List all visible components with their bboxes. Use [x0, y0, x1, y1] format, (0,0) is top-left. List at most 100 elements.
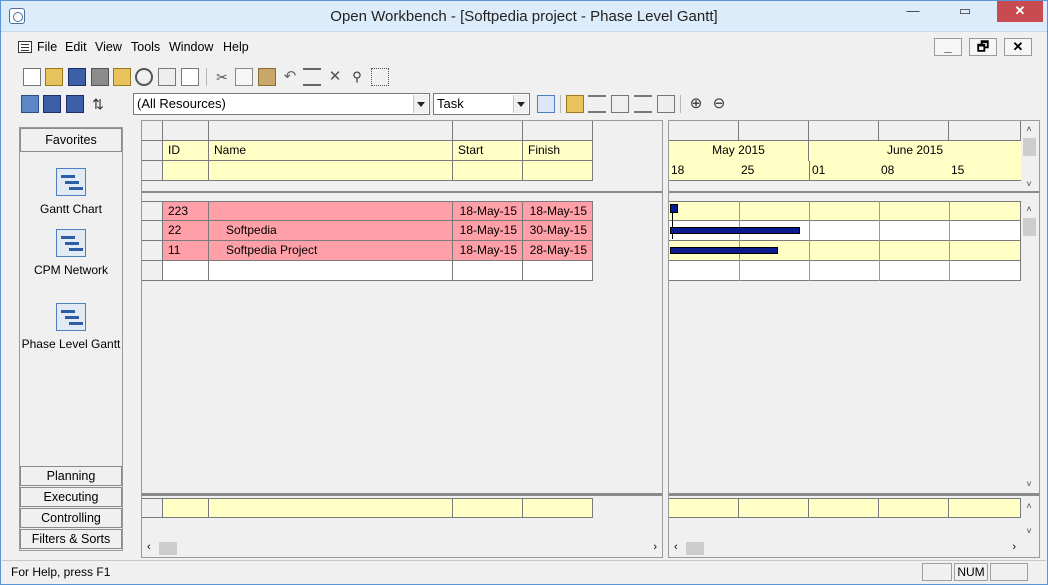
- task-start-cell[interactable]: 18-May-15: [453, 241, 523, 261]
- close-button[interactable]: ✕: [997, 1, 1043, 22]
- scroll-thumb[interactable]: [1023, 138, 1036, 156]
- document-menu-icon[interactable]: [18, 41, 32, 53]
- task-start-cell[interactable]: 18-May-15: [453, 221, 523, 241]
- scroll-left-icon[interactable]: ‹: [674, 541, 678, 553]
- column-header-start[interactable]: Start: [453, 141, 523, 161]
- task-finish-cell[interactable]: 18-May-15: [523, 201, 593, 221]
- empty-cell[interactable]: [163, 261, 209, 281]
- chevron-down-icon[interactable]: [513, 95, 528, 113]
- refresh-icon[interactable]: [537, 95, 555, 113]
- calendar-icon[interactable]: [43, 95, 61, 113]
- table-horizontal-scrollbar[interactable]: ‹ ›: [142, 540, 662, 557]
- new-icon[interactable]: [23, 68, 41, 86]
- scroll-thumb[interactable]: [159, 542, 177, 555]
- mdi-minimize-button[interactable]: _: [934, 38, 962, 56]
- indent-icon[interactable]: [303, 68, 321, 86]
- preview-icon[interactable]: [135, 68, 153, 86]
- gantt-row[interactable]: [669, 201, 1021, 221]
- filters-sorts-button[interactable]: Filters & Sorts: [20, 529, 122, 549]
- links-icon[interactable]: [634, 95, 652, 113]
- resources-icon[interactable]: [21, 95, 39, 113]
- folder-icon[interactable]: [113, 68, 131, 86]
- empty-cell[interactable]: [523, 261, 593, 281]
- timeline-vertical-scrollbar[interactable]: ˄ ˅: [1021, 121, 1038, 191]
- mdi-restore-button[interactable]: 🗗: [969, 38, 997, 56]
- empty-cell[interactable]: [453, 261, 523, 281]
- executing-button[interactable]: Executing: [20, 487, 122, 507]
- task-id-cell[interactable]: 22: [163, 221, 209, 241]
- scroll-left-icon[interactable]: ‹: [147, 541, 151, 553]
- layers-icon[interactable]: [657, 95, 675, 113]
- gantt-vertical-scrollbar[interactable]: ˄ ˅: [1021, 201, 1038, 493]
- favorites-header[interactable]: Favorites: [20, 128, 122, 152]
- paste-icon[interactable]: [258, 68, 276, 86]
- gantt-bar[interactable]: [670, 247, 778, 254]
- row-selector[interactable]: [142, 261, 163, 281]
- row-selector[interactable]: [142, 498, 163, 518]
- scroll-down-icon[interactable]: ˅: [1024, 479, 1034, 489]
- sidebar-item-phase-level-gantt[interactable]: Phase Level Gantt: [20, 303, 122, 351]
- task-id-cell[interactable]: 11: [163, 241, 209, 261]
- menu-tools[interactable]: Tools: [131, 40, 160, 54]
- find-icon[interactable]: ⚲: [348, 68, 366, 86]
- row-selector[interactable]: [142, 201, 163, 221]
- empty-cell[interactable]: [209, 261, 453, 281]
- gantt-horizontal-scrollbar[interactable]: ‹ ›: [669, 540, 1021, 557]
- task-name-cell[interactable]: Softpedia Project: [209, 241, 453, 261]
- task-id-cell[interactable]: 223: [163, 201, 209, 221]
- delete-icon[interactable]: ✕: [326, 68, 344, 86]
- project-icon[interactable]: [66, 95, 84, 113]
- zoom-out-icon[interactable]: ⊖: [710, 95, 728, 113]
- row-selector[interactable]: [142, 221, 163, 241]
- copy-icon[interactable]: [235, 68, 253, 86]
- type-filter-select[interactable]: Task: [433, 93, 530, 115]
- planning-button[interactable]: Planning: [20, 466, 122, 486]
- menu-window[interactable]: Window: [169, 40, 213, 54]
- menu-view[interactable]: View: [95, 40, 122, 54]
- task-start-cell[interactable]: 18-May-15: [453, 201, 523, 221]
- zoom-in-icon[interactable]: ⊕: [687, 95, 705, 113]
- gantt-milestone[interactable]: [670, 204, 678, 213]
- list-icon[interactable]: [181, 68, 199, 86]
- cut-icon[interactable]: ✂: [213, 68, 231, 86]
- task-finish-cell[interactable]: 28-May-15: [523, 241, 593, 261]
- maximize-button[interactable]: ▭: [949, 1, 981, 22]
- sort-icon[interactable]: ⇅: [89, 95, 107, 113]
- print-icon[interactable]: [91, 68, 109, 86]
- sidebar-item-cpm-network[interactable]: CPM Network: [20, 229, 122, 277]
- column-header-id[interactable]: ID: [163, 141, 209, 161]
- row-selector[interactable]: [142, 141, 163, 161]
- scroll-thumb[interactable]: [1023, 218, 1036, 236]
- mdi-close-button[interactable]: ✕: [1004, 38, 1032, 56]
- scroll-right-icon[interactable]: ›: [653, 541, 657, 553]
- outline-icon[interactable]: [588, 95, 606, 113]
- menu-edit[interactable]: Edit: [65, 40, 87, 54]
- open-icon[interactable]: [45, 68, 63, 86]
- gantt-row[interactable]: [669, 261, 1021, 281]
- column-header-finish[interactable]: Finish: [523, 141, 593, 161]
- resource-filter-select[interactable]: (All Resources): [133, 93, 430, 115]
- scroll-up-icon[interactable]: ˄: [1024, 204, 1034, 214]
- gantt-bar[interactable]: [670, 227, 800, 234]
- save-icon[interactable]: [68, 68, 86, 86]
- row-selector[interactable]: [142, 161, 163, 181]
- footer-vertical-scrollbar[interactable]: ˄ ˅: [1021, 498, 1038, 538]
- row-selector[interactable]: [142, 241, 163, 261]
- edit-task-icon[interactable]: [566, 95, 584, 113]
- column-header-name[interactable]: Name: [209, 141, 453, 161]
- menu-file[interactable]: File: [37, 40, 57, 54]
- task-name-cell[interactable]: Softpedia: [209, 221, 453, 241]
- menu-help[interactable]: Help: [223, 40, 249, 54]
- chevron-down-icon[interactable]: [413, 95, 428, 113]
- task-name-cell[interactable]: [209, 201, 453, 221]
- undo-icon[interactable]: ↶: [281, 68, 299, 86]
- scroll-thumb[interactable]: [686, 542, 704, 555]
- scroll-up-icon[interactable]: ˄: [1024, 501, 1034, 511]
- mail-icon[interactable]: [158, 68, 176, 86]
- columns-icon[interactable]: [611, 95, 629, 113]
- scroll-down-icon[interactable]: ˅: [1024, 179, 1034, 189]
- scroll-right-icon[interactable]: ›: [1012, 541, 1016, 553]
- minimize-button[interactable]: —: [897, 1, 929, 22]
- select-all-icon[interactable]: [371, 68, 389, 86]
- corner-cell[interactable]: [142, 121, 163, 141]
